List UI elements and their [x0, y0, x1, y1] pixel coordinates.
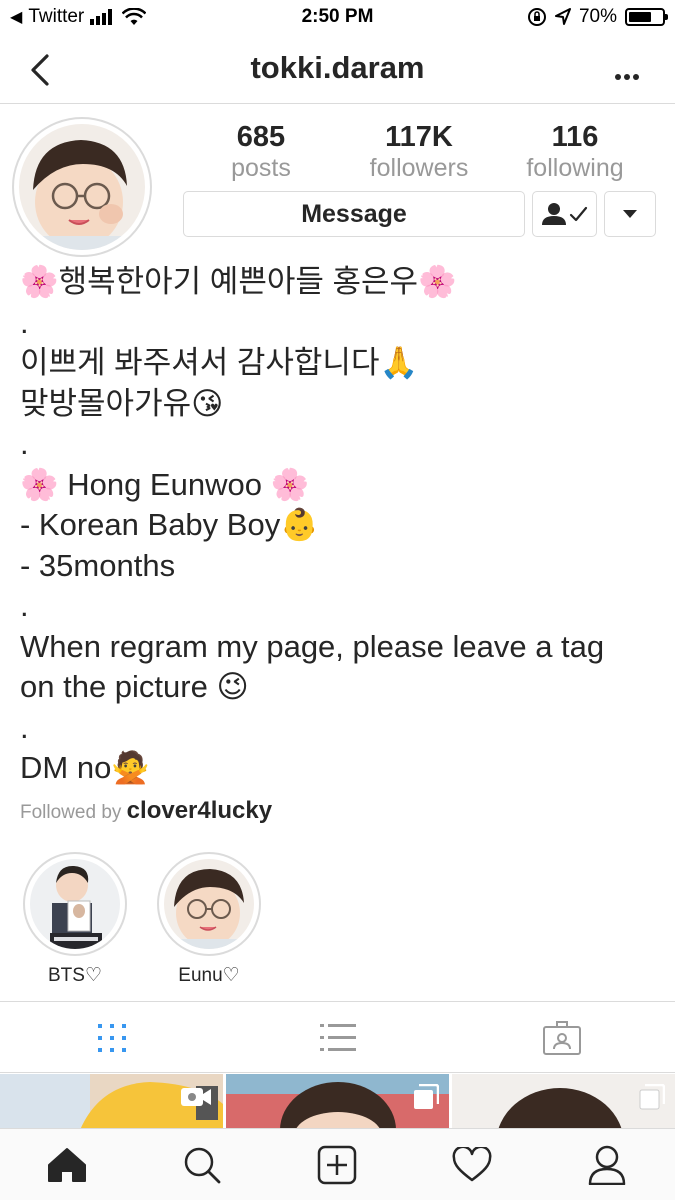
bio-line: 맞방몰아가유😘	[20, 385, 224, 421]
highlight-ring[interactable]	[157, 852, 261, 956]
highlight-cover	[164, 859, 254, 949]
tab-tagged[interactable]	[542, 1020, 582, 1056]
followed-by[interactable]: Followed by clover4lucky	[20, 797, 272, 825]
home-icon	[48, 1148, 86, 1182]
post-thumbnail[interactable]	[0, 1074, 223, 1130]
status-bar: ◀ Twitter 2:50 PM 70%	[0, 0, 675, 36]
story-highlight[interactable]: Eunu♡	[157, 852, 261, 987]
list-icon	[320, 1024, 356, 1051]
tab-grid[interactable]	[92, 1020, 132, 1056]
profile-username-title: tokki.daram	[250, 50, 425, 85]
video-icon	[181, 1088, 211, 1106]
multiple-photos-icon	[639, 1084, 665, 1110]
battery-percent: 70%	[578, 6, 617, 27]
grid-icon	[98, 1024, 126, 1052]
location-icon	[554, 8, 571, 25]
bio-line: .	[20, 426, 29, 461]
stat-followers[interactable]: 117K followers	[349, 120, 489, 182]
nav-home[interactable]	[45, 1143, 89, 1187]
followed-by-user[interactable]: clover4lucky	[127, 797, 272, 824]
tab-list[interactable]	[318, 1020, 358, 1056]
bio-line: 🌸행복한아기 예쁜아들 홍은우🌸	[20, 264, 457, 299]
stat-following[interactable]: 116 following	[505, 120, 645, 182]
suggestions-dropdown-button[interactable]	[604, 191, 656, 237]
bio-line: DM no🙅	[20, 750, 150, 785]
caret-down-icon	[623, 210, 637, 218]
stat-followers-value: 117K	[385, 121, 453, 153]
stat-posts-label: posts	[231, 154, 291, 182]
bio-line: When regram my page, please leave a tag …	[20, 628, 605, 705]
battery-icon	[625, 8, 668, 26]
bio-line: 이쁘게 봐주셔서 감사합니다🙏	[20, 345, 419, 380]
post-thumbnail[interactable]	[226, 1074, 449, 1130]
add-post-icon	[317, 1145, 357, 1185]
tagged-icon	[543, 1021, 581, 1055]
profile-bio: 🌸행복한아기 예쁜아들 홍은우🌸 . 이쁘게 봐주셔서 감사합니다🙏 맞방몰아가…	[20, 262, 660, 789]
stat-following-label: following	[526, 154, 624, 182]
post-thumbnail[interactable]	[452, 1074, 675, 1130]
person-check-icon	[541, 203, 587, 225]
nav-activity[interactable]	[450, 1143, 494, 1187]
nav-add-post[interactable]	[315, 1143, 359, 1187]
story-highlight[interactable]: BTS♡	[23, 852, 127, 987]
bio-line: .	[20, 588, 29, 623]
bio-line: .	[20, 709, 29, 745]
highlight-label: Eunu♡	[178, 965, 240, 986]
bio-line: 🌸 Hong Eunwoo 🌸	[20, 466, 310, 502]
rotation-lock-icon	[527, 8, 546, 26]
top-nav-bar: tokki.daram	[0, 36, 675, 104]
highlight-cover	[30, 859, 120, 949]
bio-line: - Korean Baby Boy👶	[20, 507, 319, 542]
highlight-label: BTS♡	[48, 965, 102, 986]
highlight-ring[interactable]	[23, 852, 127, 956]
followed-by-prefix: Followed by	[20, 802, 122, 823]
nav-profile[interactable]	[585, 1143, 629, 1187]
bottom-tab-bar	[0, 1128, 675, 1200]
nav-search[interactable]	[180, 1143, 224, 1187]
bio-line: - 35months	[20, 547, 176, 583]
profile-view-tabs	[0, 1001, 675, 1073]
more-horizontal-icon	[615, 74, 639, 80]
stat-following-value: 116	[551, 121, 599, 153]
status-right: 70%	[527, 6, 668, 28]
profile-icon	[588, 1145, 626, 1185]
profile-avatar-ring[interactable]	[12, 117, 152, 257]
profile-stats: 685 posts 117K followers 116 following	[183, 120, 655, 186]
profile-avatar[interactable]	[19, 124, 145, 250]
stat-followers-label: followers	[369, 154, 469, 182]
search-icon	[184, 1147, 221, 1184]
multiple-photos-icon	[414, 1084, 439, 1109]
message-button[interactable]: Message	[183, 191, 525, 237]
following-button[interactable]	[532, 191, 597, 237]
more-options-button[interactable]	[615, 56, 639, 88]
stat-posts-value: 685	[236, 121, 286, 153]
heart-icon	[452, 1147, 492, 1182]
post-grid	[0, 1074, 675, 1130]
bio-line: .	[20, 304, 29, 340]
stat-posts[interactable]: 685 posts	[191, 120, 331, 182]
